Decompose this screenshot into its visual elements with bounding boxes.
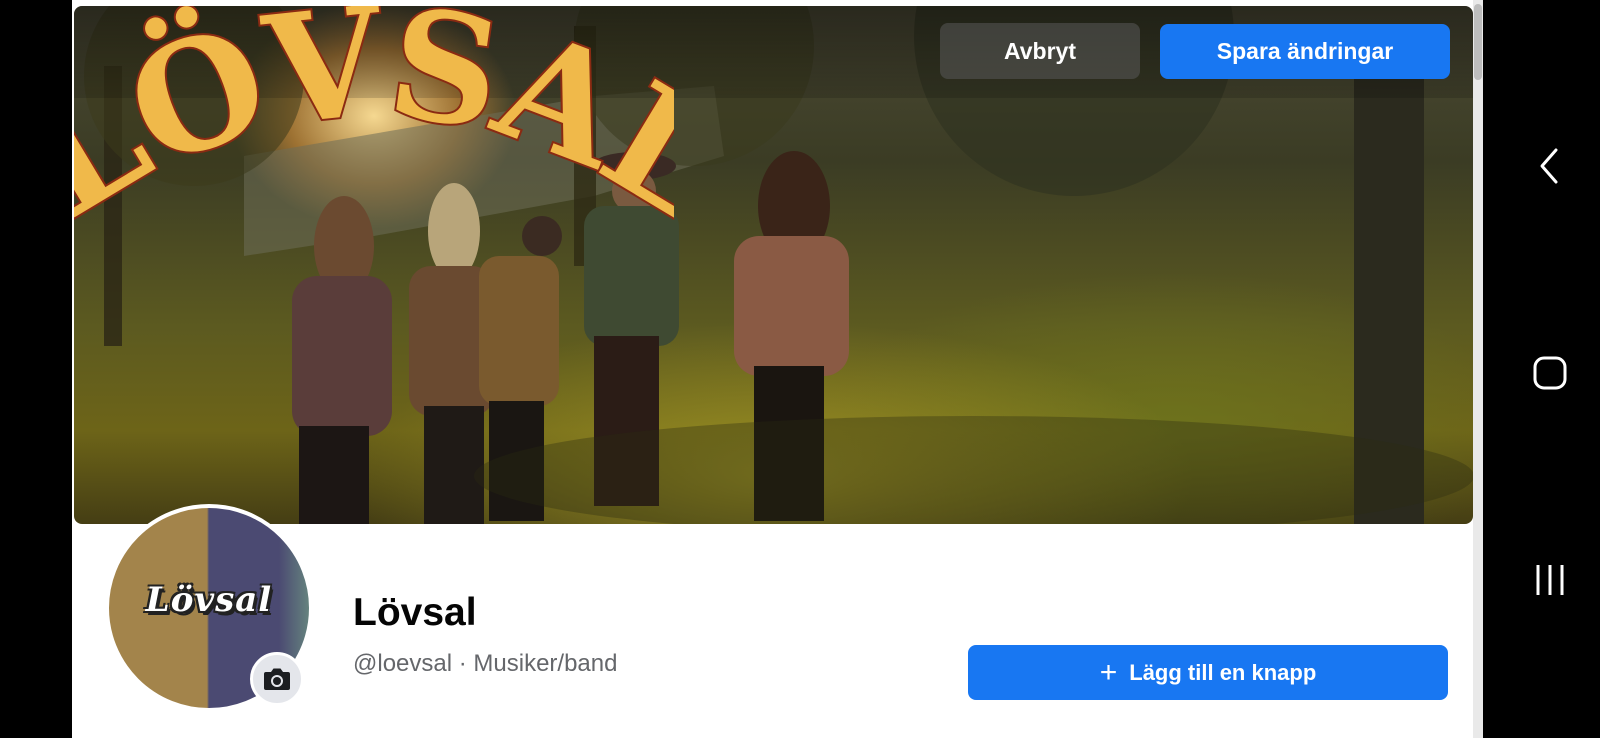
back-icon[interactable] (1526, 142, 1574, 190)
facebook-page: Avbryt Spara ändringar LÖVSAL Lövsal Löv… (72, 0, 1473, 738)
scrollbar-thumb[interactable] (1474, 4, 1482, 80)
android-navigation-bar (1500, 0, 1600, 738)
band-logo: LÖVSAL (74, 6, 674, 236)
change-profile-picture-button[interactable] (250, 652, 304, 706)
svg-text:LÖVSAL: LÖVSAL (74, 6, 674, 236)
scrollbar-track[interactable] (1473, 0, 1483, 738)
home-icon[interactable] (1526, 349, 1574, 397)
page-title: Lövsal (353, 591, 477, 634)
cancel-button[interactable]: Avbryt (940, 23, 1140, 79)
save-changes-button[interactable]: Spara ändringar (1160, 24, 1450, 79)
page-handle-category: @loevsal · Musiker/band (353, 650, 618, 677)
recent-apps-icon[interactable] (1526, 556, 1574, 604)
band-logo-text: LÖVSAL (74, 6, 674, 236)
add-button-button[interactable]: + Lägg till en knapp (968, 645, 1448, 700)
plus-icon: + (1099, 655, 1118, 689)
add-button-label: Lägg till en knapp (1129, 659, 1317, 685)
camera-icon (264, 668, 290, 690)
cover-photo: Avbryt Spara ändringar LÖVSAL (74, 6, 1473, 524)
profile-picture-logo: Lövsal (145, 580, 273, 620)
